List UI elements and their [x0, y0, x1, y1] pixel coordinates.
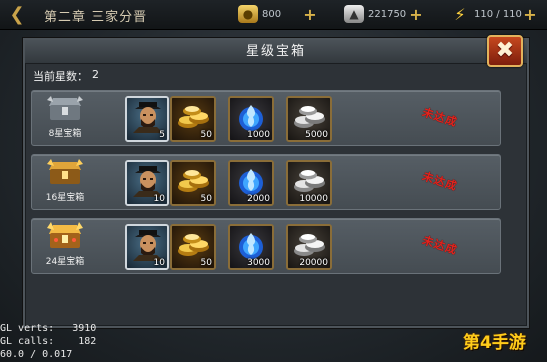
reward-slot[interactable]: 2000	[228, 160, 274, 206]
reward-quantity: 50	[200, 258, 212, 268]
reward-quantity: 2000	[247, 194, 270, 204]
chest-info[interactable]: 8星宝箱	[38, 94, 92, 144]
gold-chest-icon	[47, 158, 83, 186]
silver-ingot-icon: ▲	[344, 5, 364, 23]
reward-slot[interactable]: 3000	[228, 224, 274, 270]
reward-quantity: 5000	[305, 130, 328, 140]
chest-row: 16星宝箱 10 50 2000 10000 未达成	[31, 154, 501, 210]
gold-value: 800	[262, 8, 282, 20]
debug-line: GL verts: 3910	[0, 323, 97, 334]
reward-slot[interactable]: 1000	[228, 96, 274, 142]
chest-row: 24星宝箱 10 50 3000 20000 未达成	[31, 218, 501, 274]
status-not-achieved: 未达成	[420, 233, 459, 258]
energy-resource: ⚡ 110 / 110 +	[450, 4, 538, 24]
chest-info[interactable]: 16星宝箱	[38, 158, 92, 208]
silver-resource: ▲ 221750 +	[344, 4, 424, 24]
debug-overlay: GL verts: 3910 GL calls: 182 60.0 / 0.01…	[0, 322, 96, 361]
add-silver-button[interactable]: +	[408, 5, 424, 24]
chapter-title: 第二章 三家分晋	[44, 10, 148, 25]
chest-row: 8星宝箱 5 50 1000 5000 未达成	[31, 90, 501, 146]
energy-value: 110 / 110	[474, 8, 522, 20]
close-button[interactable]: ✖	[487, 35, 523, 67]
reward-slot[interactable]: 5	[125, 96, 169, 142]
gold-coin-icon: ●	[238, 5, 258, 23]
reward-slot[interactable]: 50	[170, 96, 216, 142]
reward-quantity: 3000	[247, 258, 270, 268]
watermark-logo: 第4手游	[463, 333, 526, 353]
reward-slot[interactable]: 10	[125, 224, 169, 270]
stars-label: 当前星数：	[33, 70, 88, 83]
reward-slot[interactable]: 50	[170, 224, 216, 270]
reward-quantity: 10	[153, 258, 165, 268]
chest-info[interactable]: 24星宝箱	[38, 222, 92, 272]
panel-header: 星级宝箱	[25, 40, 527, 64]
reward-slot[interactable]: 5000	[286, 96, 332, 142]
close-icon: ✖	[495, 38, 515, 63]
current-stars: 当前星数： 2	[33, 68, 99, 84]
add-energy-button[interactable]: +	[522, 5, 538, 24]
debug-line: GL calls: 182	[0, 336, 97, 347]
ornate-gold-chest-icon	[47, 222, 83, 250]
chest-label: 8星宝箱	[48, 129, 82, 139]
reward-quantity: 10000	[299, 194, 328, 204]
stars-value: 2	[92, 68, 99, 81]
reward-quantity: 5	[159, 130, 165, 140]
panel-title: 星级宝箱	[245, 44, 306, 59]
reward-slot[interactable]: 50	[170, 160, 216, 206]
reward-quantity: 50	[200, 194, 212, 204]
status-not-achieved: 未达成	[420, 105, 459, 130]
chest-label: 16星宝箱	[45, 193, 85, 203]
reward-quantity: 20000	[299, 258, 328, 268]
reward-slot[interactable]: 10000	[286, 160, 332, 206]
silver-chest-icon	[47, 94, 83, 122]
status-not-achieved: 未达成	[420, 169, 459, 194]
reward-quantity: 10	[153, 194, 165, 204]
add-gold-button[interactable]: +	[302, 5, 318, 24]
reward-quantity: 50	[200, 130, 212, 140]
debug-line: 60.0 / 0.017	[0, 349, 73, 360]
reward-slot[interactable]: 20000	[286, 224, 332, 270]
silver-value: 221750	[368, 8, 407, 20]
top-hud: ❮ 第二章 三家分晋 ● 800 + ▲ 221750 + ⚡ 110 / 11…	[0, 0, 547, 30]
gold-resource: ● 800 +	[238, 4, 318, 24]
lightning-icon: ⚡	[454, 4, 466, 24]
reward-quantity: 1000	[247, 130, 270, 140]
reward-slot[interactable]: 10	[125, 160, 169, 206]
chest-label: 24星宝箱	[45, 257, 85, 267]
back-icon[interactable]: ❮	[2, 1, 32, 27]
